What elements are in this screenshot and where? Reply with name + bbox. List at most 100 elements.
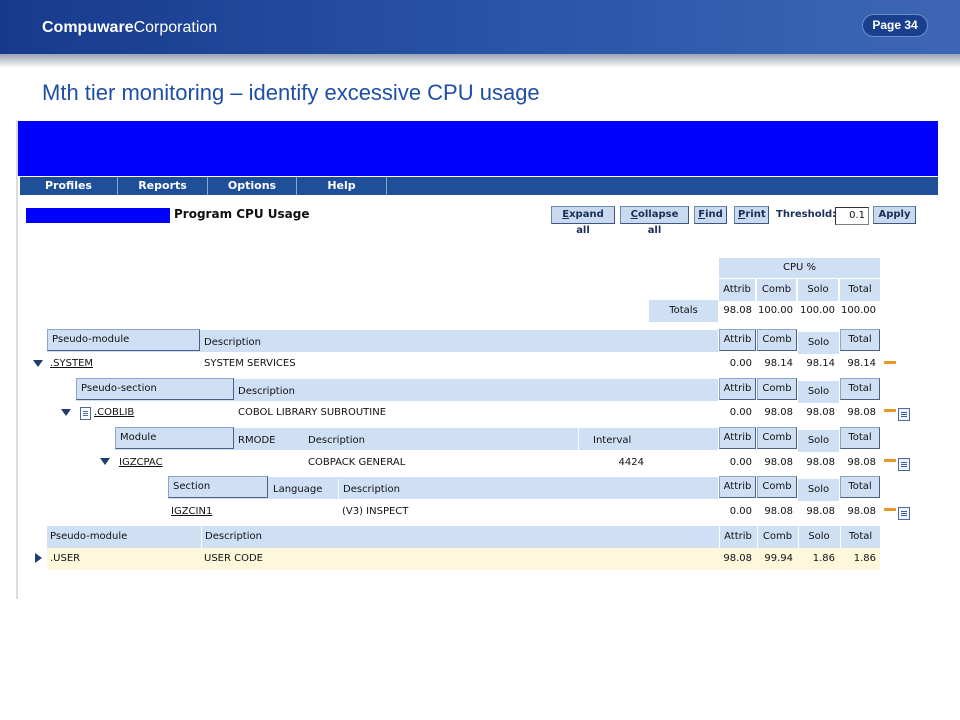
- totals-label: Totals: [649, 300, 718, 322]
- user-solo: 1.86: [812, 553, 835, 564]
- description-label: Description: [308, 435, 365, 446]
- col-total-header: Total: [840, 526, 880, 548]
- user-total: 1.86: [853, 553, 876, 564]
- totals-comb: 100.00: [758, 305, 793, 316]
- menu-options[interactable]: Options: [208, 177, 297, 195]
- menu-reports[interactable]: Reports: [118, 177, 208, 195]
- brand-logo: CompuwareCorporation: [42, 19, 218, 36]
- sort-attrib[interactable]: Attrib: [719, 329, 756, 351]
- coblib-total: 98.08: [847, 407, 876, 418]
- expand-toggle-icon[interactable]: [35, 553, 42, 563]
- col-solo-header: Solo: [798, 279, 839, 301]
- app-window: Profiles Reports Options Help Program CP…: [16, 121, 938, 599]
- expand-all-button[interactable]: Expand all: [551, 206, 615, 236]
- usage-bar-icon: [884, 459, 896, 462]
- collapse-all-button[interactable]: Collapse all: [620, 206, 689, 236]
- sort-attrib[interactable]: Attrib: [719, 427, 756, 449]
- coblib-description: COBOL LIBRARY SUBROUTINE: [238, 407, 387, 418]
- report-icon[interactable]: [898, 507, 910, 520]
- threshold-input[interactable]: 0.1: [835, 207, 869, 225]
- user-attrib: 98.08: [723, 553, 752, 564]
- app-banner: [18, 121, 938, 176]
- section-link[interactable]: IGZCIN1: [171, 501, 212, 523]
- solo-label: Solo: [798, 479, 839, 501]
- totals-attrib: 98.08: [723, 305, 752, 316]
- sort-comb[interactable]: Comb: [757, 329, 797, 351]
- section-comb: 98.08: [764, 506, 793, 517]
- system-module-link[interactable]: .SYSTEM: [50, 353, 93, 375]
- usage-bar-icon: [884, 409, 896, 412]
- col-total-header: Total: [840, 279, 880, 301]
- description-label: Description: [204, 337, 261, 348]
- sort-attrib[interactable]: Attrib: [719, 378, 756, 400]
- collapse-toggle-icon[interactable]: [33, 360, 43, 367]
- rmode-label: RMODE: [238, 435, 276, 446]
- coblib-comb: 98.08: [764, 407, 793, 418]
- print-button[interactable]: Print: [734, 206, 769, 224]
- user-description: USER CODE: [204, 553, 263, 564]
- user-comb: 99.94: [764, 553, 793, 564]
- sort-comb[interactable]: Comb: [757, 378, 797, 400]
- section-total: 98.08: [847, 506, 876, 517]
- collapse-toggle-icon[interactable]: [100, 458, 110, 465]
- page-number-badge: Page 34: [862, 14, 928, 37]
- system-comb: 98.14: [764, 358, 793, 369]
- sort-total[interactable]: Total: [840, 378, 880, 400]
- pseudo-module-label: Pseudo-module: [47, 329, 200, 351]
- sort-total[interactable]: Total: [840, 427, 880, 449]
- slide-header-shadow: [0, 54, 960, 68]
- module-solo: 98.08: [806, 457, 835, 468]
- menu-bar: Profiles Reports Options Help: [20, 177, 938, 195]
- solo-label: Solo: [798, 332, 839, 354]
- module-total: 98.08: [847, 457, 876, 468]
- description-label: Description: [201, 526, 262, 548]
- system-solo: 98.14: [806, 358, 835, 369]
- col-attrib-header: Attrib: [719, 279, 756, 301]
- section-solo: 98.08: [806, 506, 835, 517]
- coblib-solo: 98.08: [806, 407, 835, 418]
- report-icon[interactable]: [898, 408, 910, 421]
- menu-profiles[interactable]: Profiles: [20, 177, 118, 195]
- language-label: Language: [273, 484, 323, 495]
- sort-total[interactable]: Total: [840, 476, 880, 498]
- document-icon: [80, 407, 91, 420]
- description-label: Description: [238, 386, 295, 397]
- col-solo-header: Solo: [798, 526, 839, 548]
- sort-total[interactable]: Total: [840, 329, 880, 351]
- module-attrib: 0.00: [729, 457, 752, 468]
- col-comb-header: Comb: [757, 279, 797, 301]
- menu-help[interactable]: Help: [297, 177, 387, 195]
- find-button[interactable]: Find: [694, 206, 727, 224]
- section-label: Section: [168, 476, 268, 498]
- module-description: COBPACK GENERAL: [308, 457, 406, 468]
- sort-attrib[interactable]: Attrib: [719, 476, 756, 498]
- section-attrib: 0.00: [729, 506, 752, 517]
- apply-button[interactable]: Apply: [873, 206, 916, 224]
- interval-label: Interval: [578, 428, 648, 450]
- report-icon[interactable]: [898, 458, 910, 471]
- system-total: 98.14: [847, 358, 876, 369]
- user-module-name[interactable]: .USER: [50, 548, 80, 570]
- page-heading: Program CPU Usage: [174, 207, 310, 221]
- usage-bar-icon: [884, 508, 896, 511]
- slide-title: Mth tier monitoring – identify excessive…: [42, 80, 540, 105]
- section-description: (V3) INSPECT: [342, 506, 409, 517]
- sort-comb[interactable]: Comb: [757, 427, 797, 449]
- totals-total: 100.00: [841, 305, 876, 316]
- col-comb-header: Comb: [757, 526, 797, 548]
- coblib-attrib: 0.00: [729, 407, 752, 418]
- coblib-section-link[interactable]: .COBLIB: [94, 402, 134, 424]
- col-attrib-header: Attrib: [719, 526, 756, 548]
- sort-comb[interactable]: Comb: [757, 476, 797, 498]
- module-label: Module: [115, 427, 234, 449]
- module-link[interactable]: IGZCPAC: [119, 452, 163, 474]
- totals-solo: 100.00: [800, 305, 835, 316]
- threshold-label: Threshold:: [776, 209, 837, 220]
- module-comb: 98.08: [764, 457, 793, 468]
- pseudo-section-label: Pseudo-section: [76, 378, 234, 400]
- collapse-toggle-icon[interactable]: [61, 409, 71, 416]
- pseudo-module-label: Pseudo-module: [50, 531, 128, 542]
- system-description: SYSTEM SERVICES: [204, 358, 296, 369]
- usage-bar-icon: [884, 361, 896, 364]
- cpu-percent-header: CPU %: [719, 258, 880, 278]
